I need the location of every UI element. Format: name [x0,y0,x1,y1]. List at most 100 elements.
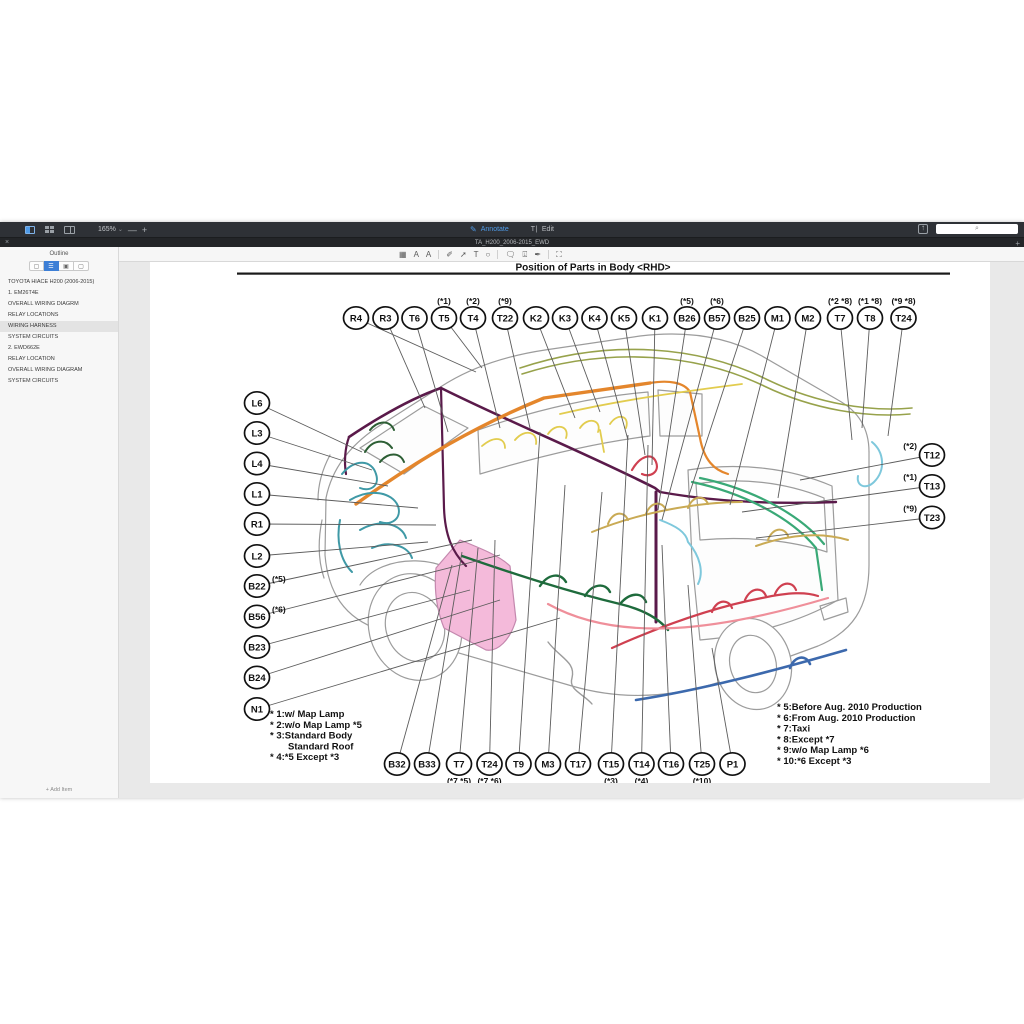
callout-label: T4 [467,313,479,324]
document-tab-bar: × TA_H200_2006-2015_EWD + [0,237,1024,247]
wiring-diagram: Position of Parts in Body <RHD> [150,262,990,783]
callout-label: T8 [864,313,875,324]
footnote-line: * 6:From Aug. 2010 Production [777,713,916,724]
outline-sidebar: Outline ▢☰▣▢ TOYOTA HIACE H200 (2006-201… [0,247,119,798]
callout-note: (*9) [903,504,917,514]
callout-label: T7 [834,313,845,324]
callout-note: (*7 *6) [477,776,501,783]
zoom-in-button[interactable]: + [142,225,147,235]
image-stamp-icon[interactable]: ▦ [399,250,407,259]
toolbar-divider [438,250,439,259]
sidebar-item[interactable]: OVERALL WIRING DIAGRAM [0,365,118,376]
search-input[interactable]: ⌕ [936,224,1018,234]
sidebar-toggle-button[interactable] [24,225,35,234]
callout-note: (*2) [466,296,480,306]
callout-label: R1 [251,519,264,530]
toolbar-divider [497,250,498,259]
leader-line [386,318,426,408]
text-small-icon[interactable]: A [426,250,431,259]
callout-label: T25 [694,759,711,770]
callout-label: B57 [708,313,725,324]
callout-note: (*2 *8) [828,296,852,306]
zoom-out-button[interactable]: — [128,225,137,235]
text-tool-icon[interactable]: T [474,250,479,259]
callout-label: T7 [453,759,464,770]
callout-label: M1 [771,313,785,324]
sidebar-item[interactable]: 2. EWD662E [0,343,118,354]
sidebar-item[interactable]: TOYOTA HIACE H200 (2006-2015) [0,277,118,288]
footnote-line: * 4:*5 Except *3 [270,752,339,763]
callout-label: B56 [248,612,265,623]
pen-icon[interactable]: ✒ [534,250,541,259]
callout-label: N1 [251,704,264,715]
thumbnail-view-button[interactable] [44,225,55,234]
leader-line [888,318,904,436]
leader-line [257,403,362,452]
page-spread-button[interactable] [64,225,75,234]
share-icon[interactable] [918,224,928,234]
callout-label: T6 [409,313,420,324]
callout-label: M3 [541,759,554,770]
text-large-icon[interactable]: A [414,250,419,259]
sidebar-item[interactable]: OVERALL WIRING DIAGRM [0,299,118,310]
callout-note: (*5) [272,574,286,584]
callout-label: P1 [727,759,739,770]
callout-label: T22 [497,313,513,324]
callout-label: R4 [350,313,363,324]
callout-label: L1 [251,489,263,500]
sidebar-item[interactable]: WIRING HARNESS [0,321,118,332]
sidebar-item[interactable]: 1. EM26T4E [0,288,118,299]
callout-label: L2 [251,551,262,562]
callout-note: (*7 *5) [447,776,471,783]
add-item-button[interactable]: + Add Item [0,787,118,793]
footnote-line: * 2:w/o Map Lamp *5 [270,720,363,731]
lasso-icon[interactable]: ○ [486,250,491,259]
footnote-line: * 5:Before Aug. 2010 Production [777,702,922,713]
callout-label: B24 [248,673,266,684]
edit-text-icon: T| [531,226,538,233]
sidebar-item[interactable]: RELAY LOCATIONS [0,310,118,321]
sidebar-icon [25,226,35,234]
annotate-tab[interactable]: ✎ Annotate [470,225,509,234]
callout-label: T15 [603,759,620,770]
chevron-down-icon: ⌄ [118,227,123,233]
signature-icon[interactable]: ⍗ [523,250,528,259]
sidebar-tab-bookmarks[interactable]: ▣ [59,261,74,271]
callout-label: B26 [678,313,695,324]
book-icon [64,226,75,234]
sidebar-tab-annotations[interactable]: ▢ [74,261,89,271]
callout-label: T13 [924,481,940,492]
footnote-line: * 7:Taxi [777,724,810,735]
callout-label: T23 [924,513,940,524]
sidebar-item[interactable]: SYSTEM CIRCUITS [0,376,118,387]
sidebar-item[interactable]: RELAY LOCATION [0,354,118,365]
sidebar-tab-thumbnails[interactable]: ▢ [29,261,44,271]
callout-note: (*4) [635,776,649,783]
callout-note: (*1) [437,296,451,306]
callout-label: T17 [570,759,586,770]
callout-note: (*5) [680,296,694,306]
callout-note: (*9) [498,296,512,306]
edit-tab[interactable]: T| Edit [531,226,554,233]
callout-label: B32 [388,759,405,770]
footnote-line: * 9:w/o Map Lamp *6 [777,745,869,756]
footnote-line: * 1:w/ Map Lamp [270,709,345,720]
crop-icon[interactable]: ⛶ [556,250,562,259]
pdf-app-window: 165% ⌄ — + ✎ Annotate T| Edit ⌕ × TA_H20… [0,222,1024,798]
callout-note: (*3) [604,776,618,783]
callout-label: K5 [618,313,631,324]
callout-label: K1 [649,313,662,324]
callout-label: L4 [251,459,263,470]
callout-note: (*1 *8) [858,296,882,306]
document-tab[interactable]: TA_H200_2006-2015_EWD [0,240,1024,246]
sidebar-item[interactable]: SYSTEM CIRCUITS [0,332,118,343]
highlighter-icon[interactable]: ➚ [460,250,467,259]
pencil-icon[interactable]: ✐ [446,250,453,259]
sidebar-tab-outline[interactable]: ☰ [44,261,59,271]
grid-icon [45,226,54,234]
callout-label: T24 [481,759,498,770]
callout-label: B22 [248,581,265,592]
zoom-level-dropdown[interactable]: 165% ⌄ [98,226,123,233]
note-icon[interactable]: 🗨 [505,250,515,259]
callout-note: (*10) [693,776,712,783]
